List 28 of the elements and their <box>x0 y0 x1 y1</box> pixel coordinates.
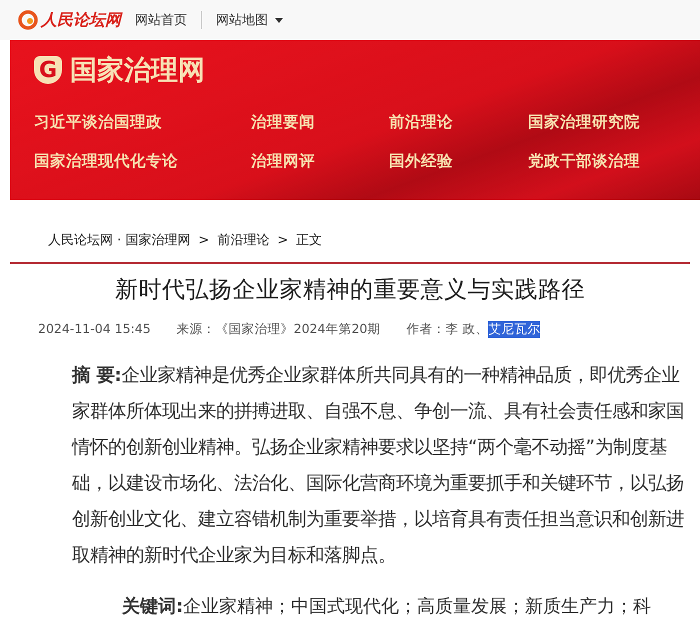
nav-link[interactable]: 党政干部谈治理 <box>528 151 700 172</box>
breadcrumb-link[interactable]: 人民论坛网 · 国家治理网 <box>48 231 190 249</box>
caret-icon <box>275 18 283 22</box>
article-title: 新时代弘扬企业家精神的重要意义与实践路径 <box>114 276 586 305</box>
nav-link[interactable]: 国家治理研究院 <box>528 112 700 133</box>
breadcrumb-separator: > <box>277 232 288 248</box>
nav-link[interactable]: 国外经验 <box>389 151 528 172</box>
site-logo[interactable]: 人民论坛网 <box>18 10 121 30</box>
nav-link[interactable]: 习近平谈治国理政 <box>34 112 251 133</box>
nav-link[interactable]: 国家治理现代化专论 <box>34 151 251 172</box>
breadcrumb-link[interactable]: 前沿理论 <box>217 231 270 249</box>
nav-link[interactable]: 网站地图 <box>216 11 283 29</box>
site-name: 国家治理网 <box>70 54 205 88</box>
nav-link[interactable]: 治理网评 <box>251 151 389 172</box>
author-label: 作者： <box>406 321 446 338</box>
author-name: 艾尼瓦尔 <box>488 321 540 338</box>
article-source: 来源：《国家治理》2024年第20期 <box>176 321 380 338</box>
breadcrumb-link[interactable]: 正文 <box>296 231 322 249</box>
breadcrumb-separator: > <box>198 232 210 248</box>
nav-link[interactable]: 治理要闻 <box>251 112 389 133</box>
publish-date: 2024-11-04 15:45 <box>38 321 151 338</box>
keywords-line: 关键词:企业家精神；中国式现代化；高质量发展；新质生产力；科 <box>122 595 652 618</box>
g-logo-icon: G <box>34 56 62 84</box>
nav-link[interactable]: 网站首页 <box>135 11 187 29</box>
author-name: 李 政、 <box>445 321 488 338</box>
swirl-logo-icon <box>18 10 38 30</box>
abstract-paragraph: 摘 要:企业家精神是优秀企业家群体所共同具有的一种精神品质，即优秀企业家群体所体现出来的拼搏进取、自强不息、争创一流、具有社会责任感和家国情怀的创新创业精神。弘扬企业家精神要求以坚持“两个毫不动摇”为制度基础，以建设市场化、法治化、国际化营商环境为重要抓手和关键环节，以弘扬创新创业文化、建立容错机制为重要举措，以培育具有责任担当意识和创新进取精神的新时代企业家为目标和落脚点。 <box>72 364 685 568</box>
nav-link[interactable]: 前沿理论 <box>389 112 528 133</box>
